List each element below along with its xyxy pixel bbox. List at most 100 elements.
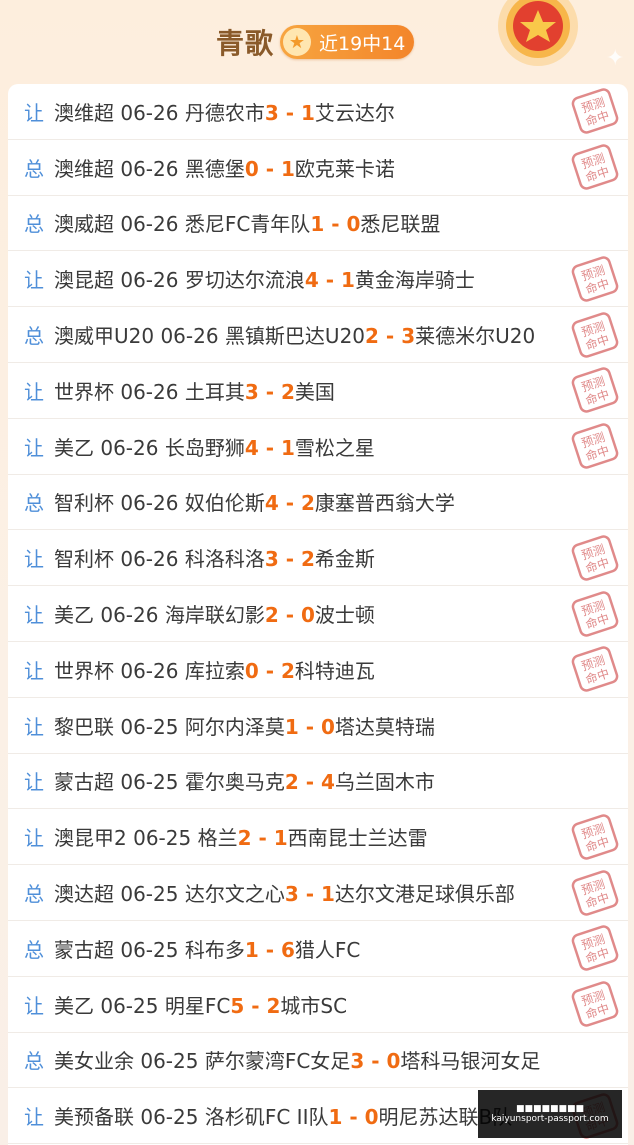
match-text: 美乙 06-26 长岛野狮4 - 1雪松之星 <box>54 432 375 461</box>
score-separator: - <box>364 1049 387 1074</box>
match-date: 06-25 <box>133 826 192 851</box>
list-item[interactable]: 总澳威甲U20 06-26 黑镇斯巴达U202 - 3莱德米尔U20 预测 命中 <box>8 307 628 363</box>
match-text: 蒙古超 06-25 科布多1 - 6猎人FC <box>54 934 360 963</box>
prediction-hit-stamp: 预测命中 <box>571 869 619 916</box>
score-separator: - <box>244 993 267 1018</box>
league-name: 黎巴联 <box>54 714 114 739</box>
match-date: 06-26 <box>100 603 159 628</box>
bet-type-tag: 让 <box>24 603 44 628</box>
league-name: 澳昆甲2 <box>54 826 127 851</box>
match-date: 06-26 <box>120 491 179 516</box>
home-score: 1 <box>284 714 299 739</box>
match-date: 06-26 <box>100 435 159 460</box>
list-item[interactable]: 总美女业余 06-25 萨尔蒙湾FC女足3 - 0塔科马银河女足 <box>8 1033 628 1089</box>
match-text: 蒙古超 06-25 霍尔奥马克2 - 4乌兰固木市 <box>54 766 435 795</box>
away-score: 1 <box>341 268 355 293</box>
league-name: 澳维超 <box>54 100 114 125</box>
list-item[interactable]: 总澳维超 06-26 黑德堡0 - 1欧克莱卡诺 预测 命中 <box>8 140 628 196</box>
away-team: 乌兰固木市 <box>334 770 435 795</box>
list-item[interactable]: 总澳达超 06-25 达尔文之心3 - 1达尔文港足球俱乐部 预测 命中 <box>8 865 628 921</box>
away-team: 艾云达尔 <box>314 100 395 125</box>
home-team: 黑镇斯巴达U20 <box>224 324 366 349</box>
match-text: 黎巴联 06-25 阿尔内泽莫1 - 0塔达莫特瑞 <box>54 711 435 740</box>
list-item[interactable]: 总蒙古超 06-25 科布多1 - 6猎人FC 预测 命中 <box>8 921 628 977</box>
away-score: 0 <box>386 1049 401 1074</box>
list-item[interactable]: 总智利杯 06-26 奴伯伦斯4 - 2康塞普西翁大学 <box>8 475 628 531</box>
home-score: 0 <box>244 658 259 683</box>
bet-type-tag: 让 <box>24 993 44 1018</box>
match-date: 06-25 <box>120 937 179 962</box>
record-badge: ★ 近19中14 <box>280 25 414 59</box>
league-name: 世界杯 <box>54 658 114 683</box>
home-score: 0 <box>244 156 259 181</box>
prediction-hit-stamp: 预测命中 <box>571 590 619 637</box>
list-item[interactable]: 让澳昆甲2 06-25 格兰2 - 1西南昆士兰达雷 预测 命中 <box>8 809 628 866</box>
list-item[interactable]: 总澳威超 06-26 悉尼FC青年队1 - 0悉尼联盟 <box>8 196 628 252</box>
league-name: 智利杯 <box>54 491 114 516</box>
score-separator: - <box>298 714 321 739</box>
home-team: 阿尔内泽莫 <box>184 714 285 739</box>
away-score: 0 <box>321 714 335 739</box>
away-score: 2 <box>281 379 295 404</box>
away-score: 0 <box>346 212 361 237</box>
away-score: 2 <box>301 491 315 516</box>
away-score: 1 <box>281 156 295 181</box>
list-item[interactable]: 让美乙 06-26 长岛野狮4 - 1雪松之星 预测 命中 <box>8 419 628 475</box>
league-name: 澳昆超 <box>54 268 114 293</box>
list-item[interactable]: 让澳昆超 06-26 罗切达尔流浪4 - 1黄金海岸骑士 预测 命中 <box>8 251 628 308</box>
list-item[interactable]: 让智利杯 06-26 科洛科洛3 - 2希金斯 预测 命中 <box>8 530 628 587</box>
league-name: 美乙 <box>54 435 94 460</box>
watermark-line1: ■■■■■■■■ <box>515 1104 585 1114</box>
list-item[interactable]: 让美乙 06-25 明星FC5 - 2城市SC 预测 命中 <box>8 977 628 1033</box>
home-team: 科洛科洛 <box>184 547 265 572</box>
match-date: 06-26 <box>120 268 179 293</box>
list-item[interactable]: 让美乙 06-26 海岸联幻影2 - 0波士顿 预测 命中 <box>8 586 628 642</box>
away-team: 美国 <box>294 379 335 404</box>
list-item[interactable]: 让世界杯 06-26 库拉索0 - 2科特迪瓦 预测 命中 <box>8 642 628 698</box>
list-item[interactable]: 让澳维超 06-26 丹德农市3 - 1艾云达尔 预测 命中 <box>8 84 628 140</box>
score-separator: - <box>278 603 301 628</box>
match-text: 智利杯 06-26 科洛科洛3 - 2希金斯 <box>54 543 375 572</box>
match-text: 澳维超 06-26 丹德农市3 - 1艾云达尔 <box>54 97 395 126</box>
list-item[interactable]: 让世界杯 06-26 土耳其3 - 2美国 预测 命中 <box>8 363 628 419</box>
match-date: 06-26 <box>120 156 179 181</box>
home-team: 海岸联幻影 <box>164 603 265 628</box>
bet-type-tag: 让 <box>24 100 44 125</box>
away-team: 塔达莫特瑞 <box>334 714 435 739</box>
score-separator: - <box>278 547 301 572</box>
score-separator: - <box>258 658 281 683</box>
home-team: 霍尔奥马克 <box>184 770 285 795</box>
list-item[interactable]: 让蒙古超 06-25 霍尔奥马克2 - 4乌兰固木市 <box>8 754 628 810</box>
away-team: 波士顿 <box>314 603 375 628</box>
match-date: 06-25 <box>140 1105 199 1130</box>
league-name: 澳威超 <box>54 212 114 237</box>
score-separator: - <box>258 156 281 181</box>
bet-type-tag: 总 <box>24 882 44 907</box>
match-text: 澳威甲U20 06-26 黑镇斯巴达U202 - 3莱德米尔U20 <box>54 320 535 349</box>
prediction-hit-stamp: 预测命中 <box>571 311 619 358</box>
away-team: 塔科马银河女足 <box>400 1049 541 1074</box>
home-score: 1 <box>328 1105 343 1130</box>
league-name: 美乙 <box>54 993 94 1018</box>
prediction-hit-stamp: 预测命中 <box>571 925 619 972</box>
bet-type-tag: 让 <box>24 770 44 795</box>
home-score: 3 <box>244 379 259 404</box>
match-date: 06-26 <box>120 379 179 404</box>
away-team: 达尔文港足球俱乐部 <box>334 882 515 907</box>
bet-type-tag: 让 <box>24 435 44 460</box>
away-score: 6 <box>281 937 295 962</box>
match-text: 美预备联 06-25 洛杉矶FC II队1 - 0明尼苏达联B队 <box>54 1101 512 1130</box>
page-title: 青歌 <box>216 27 275 60</box>
sparkle-icon: ✦ <box>606 46 625 71</box>
home-team: 格兰 <box>197 826 238 851</box>
home-team: 丹德农市 <box>184 100 265 125</box>
list-item[interactable]: 让黎巴联 06-25 阿尔内泽莫1 - 0塔达莫特瑞 <box>8 698 628 754</box>
watermark: ■■■■■■■■ kaiyunsport-passport.com <box>478 1090 622 1138</box>
match-text: 世界杯 06-26 土耳其3 - 2美国 <box>54 376 335 405</box>
away-score: 1 <box>321 882 335 907</box>
home-score: 5 <box>230 993 245 1018</box>
bet-type-tag: 让 <box>24 379 44 404</box>
match-text: 澳昆甲2 06-25 格兰2 - 1西南昆士兰达雷 <box>54 822 428 851</box>
away-team: 希金斯 <box>314 547 375 572</box>
league-name: 世界杯 <box>54 379 114 404</box>
